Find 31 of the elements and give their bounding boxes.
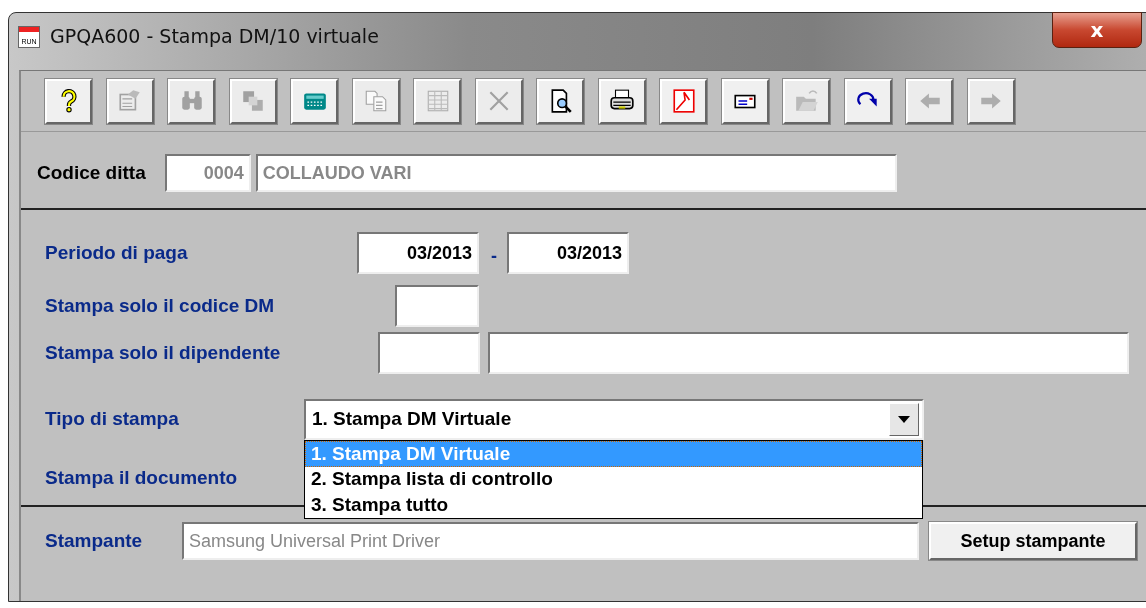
field-label: Stampa solo il codice DM <box>45 295 276 317</box>
copy-icon <box>363 88 389 114</box>
caret-down-icon <box>898 415 910 423</box>
dropdown-option[interactable]: 3. Stampa tutto <box>305 492 922 518</box>
field-label: Stampante <box>45 530 144 552</box>
mail-button[interactable] <box>721 78 769 124</box>
squares-icon <box>240 88 266 114</box>
calculator-button[interactable] <box>291 78 338 124</box>
period-from-field[interactable]: 03/2013 <box>357 232 479 274</box>
close-button[interactable]: x <box>1052 12 1142 48</box>
field-label: Tipo di stampa <box>45 408 180 430</box>
range-dash: - <box>491 245 497 267</box>
print-button[interactable] <box>598 78 646 124</box>
field-label: Stampa solo il dipendente <box>45 342 282 364</box>
window-title: GPQA600 - Stampa DM/10 virtuale <box>50 25 379 47</box>
redo-button[interactable] <box>844 78 892 124</box>
field-label: Periodo di paga <box>45 242 189 264</box>
field-label: Codice ditta <box>37 162 146 184</box>
field-label: Stampa il documento <box>45 467 238 489</box>
pdf-icon <box>670 88 697 114</box>
dropdown-option[interactable]: 2. Stampa lista di controllo <box>305 466 922 492</box>
employee-name-field[interactable] <box>488 332 1129 374</box>
dm-code-field[interactable] <box>395 285 479 327</box>
help-button[interactable] <box>45 78 92 124</box>
preview-button[interactable] <box>537 78 584 124</box>
pdf-button[interactable] <box>660 78 707 124</box>
dropdown-button[interactable] <box>889 402 919 436</box>
print-type-dropdown[interactable]: 1. Stampa DM Virtuale <box>304 398 924 440</box>
employee-code-field[interactable] <box>378 332 480 374</box>
period-to-field[interactable]: 03/2013 <box>507 232 629 274</box>
folder-icon <box>793 88 820 114</box>
